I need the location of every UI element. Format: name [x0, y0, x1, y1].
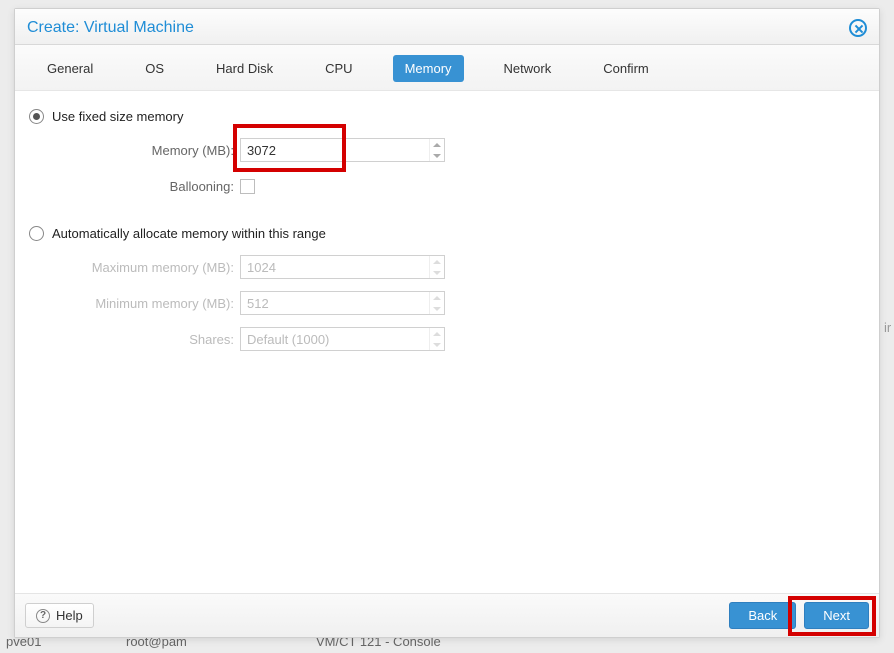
ballooning-label: Ballooning: — [25, 179, 240, 194]
min-memory-step-up — [430, 292, 444, 303]
tab-memory[interactable]: Memory — [393, 55, 464, 82]
radio-auto-memory-label: Automatically allocate memory within thi… — [52, 226, 326, 241]
dialog-title: Create: Virtual Machine — [27, 19, 194, 37]
close-icon[interactable] — [849, 19, 867, 37]
shares-label: Shares: — [25, 332, 240, 347]
tab-harddisk[interactable]: Hard Disk — [204, 55, 285, 82]
create-vm-dialog: Create: Virtual Machine General OS Hard … — [14, 8, 880, 638]
dialog-header: Create: Virtual Machine — [15, 9, 879, 45]
tab-cpu[interactable]: CPU — [313, 55, 364, 82]
max-memory-step-up — [430, 256, 444, 267]
dialog-footer: ? Help Back Next — [15, 593, 879, 637]
ballooning-checkbox[interactable] — [240, 179, 255, 194]
radio-auto-memory-row[interactable]: Automatically allocate memory within thi… — [29, 226, 869, 241]
shares-step-up — [430, 328, 444, 339]
shares-step-down — [430, 339, 444, 350]
bg-hint: ir — [884, 320, 894, 335]
memory-step-down[interactable] — [430, 150, 444, 161]
help-button-label: Help — [56, 608, 83, 623]
shares-spinner — [240, 327, 445, 351]
tabbar: General OS Hard Disk CPU Memory Network … — [15, 45, 879, 91]
tab-os[interactable]: OS — [133, 55, 176, 82]
min-memory-input — [241, 292, 429, 314]
next-button[interactable]: Next — [804, 602, 869, 629]
tab-general[interactable]: General — [35, 55, 105, 82]
max-memory-step-down — [430, 267, 444, 278]
memory-input[interactable] — [241, 139, 429, 161]
chevron-down-icon — [433, 307, 441, 311]
min-memory-label: Minimum memory (MB): — [25, 296, 240, 311]
chevron-down-icon — [433, 154, 441, 158]
radio-fixed-memory[interactable] — [29, 109, 44, 124]
radio-auto-memory[interactable] — [29, 226, 44, 241]
min-memory-spinner — [240, 291, 445, 315]
radio-fixed-memory-row[interactable]: Use fixed size memory — [29, 109, 869, 124]
tab-confirm[interactable]: Confirm — [591, 55, 661, 82]
back-button[interactable]: Back — [729, 602, 796, 629]
radio-fixed-memory-label: Use fixed size memory — [52, 109, 183, 124]
max-memory-input — [241, 256, 429, 278]
max-memory-label: Maximum memory (MB): — [25, 260, 240, 275]
chevron-down-icon — [433, 271, 441, 275]
memory-spinner[interactable] — [240, 138, 445, 162]
memory-label: Memory (MB): — [25, 143, 240, 158]
chevron-up-icon — [433, 143, 441, 147]
tab-network[interactable]: Network — [492, 55, 564, 82]
help-icon: ? — [36, 609, 50, 623]
help-button[interactable]: ? Help — [25, 603, 94, 628]
max-memory-spinner — [240, 255, 445, 279]
shares-input — [241, 328, 429, 350]
chevron-up-icon — [433, 296, 441, 300]
dialog-body: Use fixed size memory Memory (MB): — [15, 91, 879, 593]
chevron-down-icon — [433, 343, 441, 347]
memory-step-up[interactable] — [430, 139, 444, 150]
chevron-up-icon — [433, 260, 441, 264]
chevron-up-icon — [433, 332, 441, 336]
min-memory-step-down — [430, 303, 444, 314]
